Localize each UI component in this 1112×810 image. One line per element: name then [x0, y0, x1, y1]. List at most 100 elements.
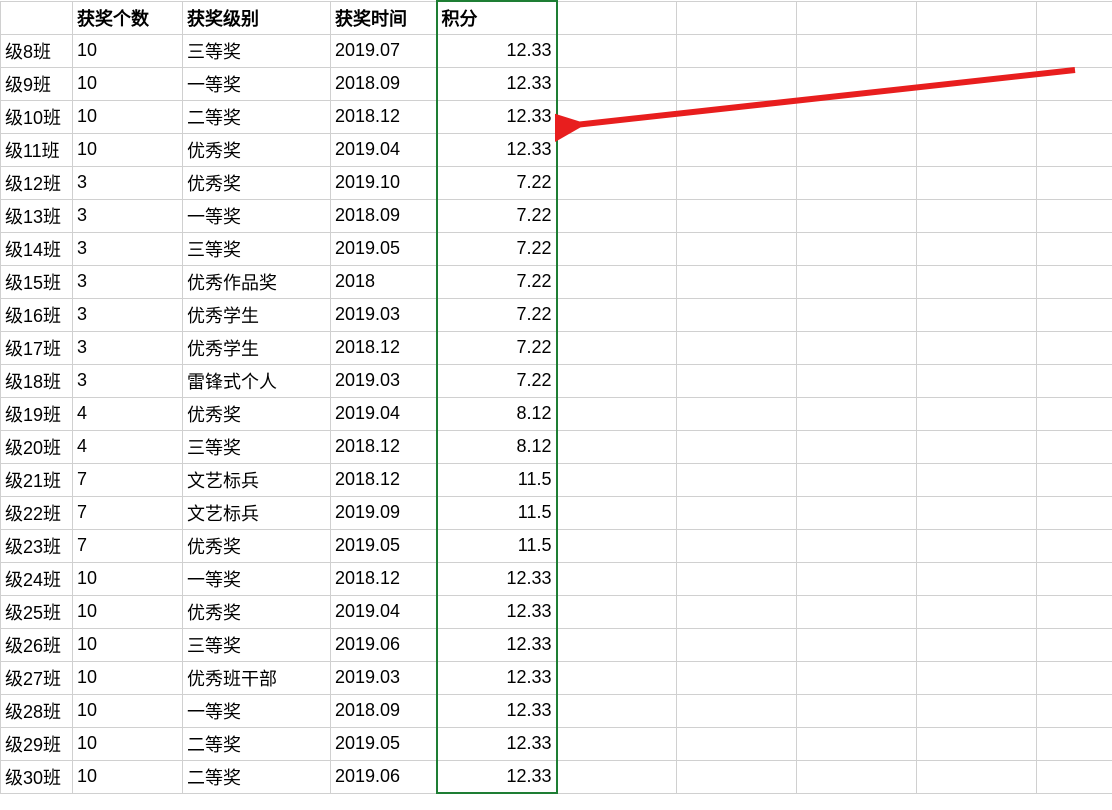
cell-time[interactable]: 2018.09 [331, 199, 437, 232]
cell-score[interactable]: 11.5 [437, 463, 557, 496]
cell-class[interactable]: 级11班 [1, 133, 73, 166]
blank-cell[interactable] [797, 100, 917, 133]
cell-class[interactable]: 级25班 [1, 595, 73, 628]
blank-cell[interactable] [797, 166, 917, 199]
cell-count[interactable]: 7 [73, 529, 183, 562]
blank-cell[interactable] [917, 232, 1037, 265]
blank-cell[interactable] [557, 232, 677, 265]
blank-cell[interactable] [677, 67, 797, 100]
cell-count[interactable]: 3 [73, 166, 183, 199]
header-count[interactable]: 获奖个数 [73, 1, 183, 34]
cell-time[interactable]: 2019.04 [331, 133, 437, 166]
cell-score[interactable]: 7.22 [437, 298, 557, 331]
header-col0[interactable] [1, 1, 73, 34]
cell-level[interactable]: 优秀学生 [183, 331, 331, 364]
cell-score[interactable]: 11.5 [437, 496, 557, 529]
cell-time[interactable]: 2018.12 [331, 430, 437, 463]
blank-cell[interactable] [797, 133, 917, 166]
blank-cell[interactable] [1037, 595, 1112, 628]
blank-cell[interactable] [1037, 67, 1112, 100]
cell-count[interactable]: 3 [73, 298, 183, 331]
blank-cell[interactable] [797, 34, 917, 67]
blank-cell[interactable] [557, 133, 677, 166]
cell-score[interactable]: 8.12 [437, 397, 557, 430]
cell-count[interactable]: 7 [73, 463, 183, 496]
blank-cell[interactable] [557, 727, 677, 760]
blank-cell[interactable] [677, 628, 797, 661]
cell-level[interactable]: 优秀奖 [183, 529, 331, 562]
cell-time[interactable]: 2019.04 [331, 595, 437, 628]
blank-cell[interactable] [677, 463, 797, 496]
cell-class[interactable]: 级19班 [1, 397, 73, 430]
cell-score[interactable]: 12.33 [437, 133, 557, 166]
blank-cell[interactable] [1037, 562, 1112, 595]
cell-time[interactable]: 2018.09 [331, 67, 437, 100]
blank-cell[interactable] [797, 529, 917, 562]
cell-count[interactable]: 10 [73, 694, 183, 727]
blank-cell[interactable] [1037, 166, 1112, 199]
blank-header[interactable] [557, 1, 677, 34]
blank-cell[interactable] [797, 232, 917, 265]
cell-level[interactable]: 三等奖 [183, 628, 331, 661]
cell-count[interactable]: 3 [73, 265, 183, 298]
cell-level[interactable]: 优秀奖 [183, 166, 331, 199]
cell-level[interactable]: 文艺标兵 [183, 496, 331, 529]
cell-count[interactable]: 10 [73, 34, 183, 67]
cell-time[interactable]: 2019.03 [331, 661, 437, 694]
blank-cell[interactable] [917, 34, 1037, 67]
cell-level[interactable]: 一等奖 [183, 694, 331, 727]
blank-cell[interactable] [557, 397, 677, 430]
blank-cell[interactable] [917, 67, 1037, 100]
cell-score[interactable]: 12.33 [437, 628, 557, 661]
cell-class[interactable]: 级15班 [1, 265, 73, 298]
cell-score[interactable]: 12.33 [437, 727, 557, 760]
cell-class[interactable]: 级8班 [1, 34, 73, 67]
cell-score[interactable]: 12.33 [437, 595, 557, 628]
cell-class[interactable]: 级28班 [1, 694, 73, 727]
cell-level[interactable]: 三等奖 [183, 34, 331, 67]
cell-count[interactable]: 10 [73, 628, 183, 661]
blank-header[interactable] [677, 1, 797, 34]
cell-count[interactable]: 3 [73, 199, 183, 232]
blank-cell[interactable] [917, 694, 1037, 727]
blank-cell[interactable] [917, 298, 1037, 331]
blank-cell[interactable] [677, 595, 797, 628]
cell-time[interactable]: 2018.12 [331, 562, 437, 595]
cell-time[interactable]: 2018.12 [331, 331, 437, 364]
blank-cell[interactable] [557, 529, 677, 562]
cell-count[interactable]: 3 [73, 232, 183, 265]
blank-cell[interactable] [917, 100, 1037, 133]
blank-cell[interactable] [797, 331, 917, 364]
blank-cell[interactable] [557, 496, 677, 529]
cell-level[interactable]: 优秀奖 [183, 133, 331, 166]
cell-count[interactable]: 10 [73, 67, 183, 100]
blank-cell[interactable] [797, 364, 917, 397]
blank-cell[interactable] [677, 397, 797, 430]
cell-time[interactable]: 2019.06 [331, 760, 437, 793]
blank-cell[interactable] [1037, 34, 1112, 67]
blank-cell[interactable] [557, 298, 677, 331]
blank-cell[interactable] [1037, 661, 1112, 694]
cell-class[interactable]: 级29班 [1, 727, 73, 760]
blank-cell[interactable] [677, 265, 797, 298]
blank-cell[interactable] [677, 661, 797, 694]
blank-cell[interactable] [677, 34, 797, 67]
cell-level[interactable]: 优秀奖 [183, 397, 331, 430]
blank-cell[interactable] [917, 595, 1037, 628]
cell-level[interactable]: 二等奖 [183, 760, 331, 793]
blank-cell[interactable] [557, 265, 677, 298]
blank-cell[interactable] [557, 661, 677, 694]
blank-cell[interactable] [917, 430, 1037, 463]
cell-score[interactable]: 7.22 [437, 265, 557, 298]
cell-class[interactable]: 级24班 [1, 562, 73, 595]
blank-cell[interactable] [1037, 760, 1112, 793]
blank-cell[interactable] [1037, 199, 1112, 232]
blank-cell[interactable] [1037, 265, 1112, 298]
blank-cell[interactable] [677, 199, 797, 232]
blank-cell[interactable] [797, 595, 917, 628]
blank-cell[interactable] [1037, 694, 1112, 727]
cell-time[interactable]: 2019.03 [331, 298, 437, 331]
cell-level[interactable]: 二等奖 [183, 100, 331, 133]
blank-cell[interactable] [1037, 397, 1112, 430]
cell-count[interactable]: 7 [73, 496, 183, 529]
